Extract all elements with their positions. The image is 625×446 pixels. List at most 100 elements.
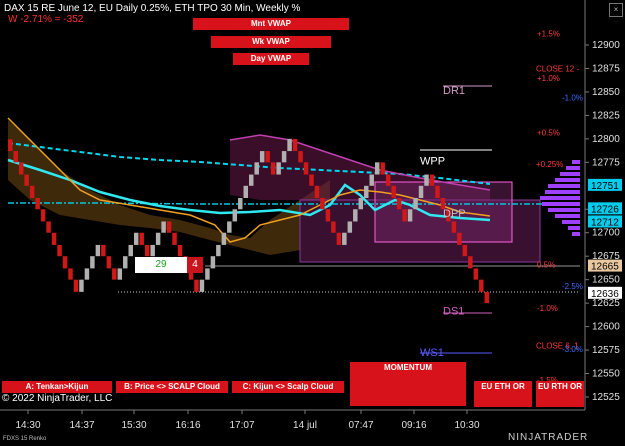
renko-brick [429, 174, 435, 186]
renko-brick [90, 256, 95, 269]
renko-brick [292, 138, 298, 152]
daily-vwap-button[interactable]: Day VWAP [233, 53, 309, 65]
renko-brick [117, 268, 123, 280]
renko-brick [479, 279, 484, 292]
copyright-text: © 2022 NinjaTrader, LLC [2, 393, 113, 404]
price-tick-label: 12575 [592, 345, 620, 356]
level-label: +0.5% [537, 128, 560, 137]
renko-brick [166, 221, 172, 233]
pivot-label-dr1: DR1 [443, 85, 465, 97]
weekly-vwap-button[interactable]: Wk VWAP [211, 36, 331, 48]
renko-brick [254, 162, 259, 175]
renko-brick [435, 185, 440, 199]
renko-brick [161, 221, 166, 233]
renko-brick [385, 174, 391, 186]
renko-brick [51, 232, 57, 245]
renko-brick [205, 268, 210, 280]
level-label: +1.5% [537, 30, 560, 39]
renko-brick [232, 209, 238, 222]
renko-brick [342, 232, 347, 245]
renko-brick [396, 198, 402, 210]
time-tick-label: 07:47 [348, 420, 373, 431]
renko-brick [62, 256, 68, 269]
price-tag-label: 12726 [591, 204, 619, 215]
renko-brick [369, 174, 374, 186]
price-tick-label: 12700 [592, 228, 620, 239]
renko-brick [35, 198, 40, 210]
renko-brick [407, 209, 413, 222]
pivot-label-ds1: DS1 [443, 306, 464, 318]
eu-eth-or-button[interactable]: EU ETH OR [474, 381, 532, 407]
renko-brick [298, 151, 303, 163]
renko-brick [144, 244, 150, 257]
level-label: -1.0% [537, 304, 558, 313]
price-tick-label: 12900 [592, 40, 620, 51]
time-tick-label: 14:30 [15, 420, 40, 431]
renko-brick [13, 151, 18, 163]
renko-brick [265, 151, 270, 163]
renko-brick [462, 244, 468, 257]
renko-brick [40, 209, 46, 222]
level-labels: +1.5% CLOSE 12 -+1.0% -1.0% +0.5% +0.25% 0.5%… [536, 30, 583, 385]
renko-brick [413, 198, 418, 210]
price-tag-label: 12751 [591, 181, 619, 192]
kijun-scalp-cloud-button[interactable]: C: Kijun <> Scalp Cloud [232, 381, 344, 393]
renko-brick [391, 185, 396, 199]
renko-brick [150, 244, 155, 257]
renko-brick [287, 138, 292, 152]
renko-brick [112, 268, 117, 280]
renko-chart[interactable]: 1290012875128501282512800127751272512700… [0, 0, 625, 446]
time-axis[interactable]: 14:30 14:37 15:30 16:16 17:07 14 jul 07:47 09:1… [15, 410, 480, 431]
pivot-label-ws1: WS1 [420, 347, 444, 359]
renko-brick [177, 244, 183, 257]
price-tick-label: 12600 [592, 322, 620, 333]
time-tick-label: 15:30 [121, 420, 146, 431]
renko-brick [484, 291, 489, 304]
renko-brick [227, 221, 232, 233]
renko-brick [320, 198, 325, 210]
pivot-label-wpp: WPP [420, 155, 445, 167]
monthly-vwap-button[interactable]: Mnt VWAP [193, 18, 349, 30]
renko-brick [68, 268, 73, 280]
price-tick-label: 12850 [592, 87, 620, 98]
renko-brick [194, 279, 199, 292]
renko-brick [468, 256, 473, 269]
level-label: +1.0% [537, 74, 560, 83]
renko-brick [18, 162, 24, 175]
tpo-histogram [540, 160, 580, 236]
price-tag-label: 12636 [591, 289, 619, 300]
renko-brick [106, 256, 112, 269]
tenkan-kijun-button[interactable]: A: Tenkan>Kijun [2, 381, 112, 393]
level-label: -2.5% [562, 282, 583, 291]
scalp-cloud-button[interactable]: B: Price <> SCALP Cloud [116, 381, 228, 393]
renko-brick [451, 221, 457, 233]
close-icon[interactable]: × [609, 3, 623, 17]
renko-brick [216, 244, 221, 257]
level-label: -1.0% [562, 94, 583, 103]
renko-brick [303, 162, 309, 175]
time-tick-label: 10:30 [454, 420, 479, 431]
renko-brick [473, 268, 479, 280]
renko-brick [210, 256, 216, 269]
renko-brick [84, 268, 90, 280]
price-tick-label: 12800 [592, 134, 620, 145]
renko-brick [8, 139, 13, 152]
renko-brick [133, 232, 139, 245]
renko-brick [155, 232, 161, 245]
weekly-change-label: W -2.71% = -352 [8, 14, 84, 25]
momentum-button[interactable]: MOMENTUM [350, 362, 466, 406]
renko-brick [281, 151, 287, 163]
price-tick-label: 12875 [592, 63, 620, 74]
renko-brick [309, 174, 314, 186]
eu-rth-or-button[interactable]: EU RTH OR [536, 381, 584, 407]
time-tick-label: 16:16 [175, 420, 200, 431]
price-tick-label: 12650 [592, 275, 620, 286]
renko-brick [95, 244, 101, 257]
renko-brick [29, 185, 35, 199]
renko-brick [424, 174, 429, 186]
renko-brick [79, 279, 84, 292]
renko-brick [172, 232, 177, 245]
renko-brick [249, 174, 254, 186]
renko-brick [353, 209, 358, 222]
instrument-label: FDXS 15 Renko [3, 436, 47, 442]
